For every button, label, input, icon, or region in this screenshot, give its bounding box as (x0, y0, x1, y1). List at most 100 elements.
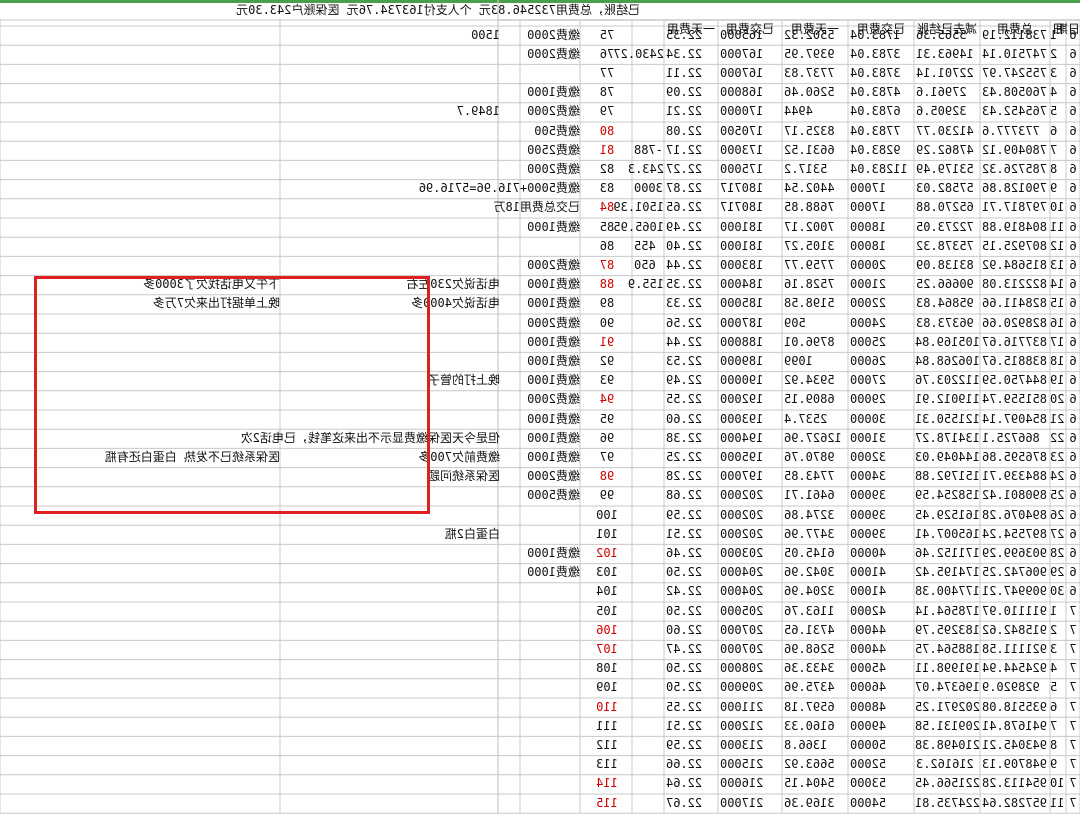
table-cell[interactable]: 39000 (850, 486, 914, 504)
summary-headline[interactable]: 已结账，总费用732546.83元 个人支付163734.76元 医保账户243… (0, 0, 640, 20)
table-cell[interactable]: 46000 (850, 678, 914, 696)
table-cell[interactable]: 113 (582, 755, 632, 773)
table-cell[interactable]: 12 (1050, 237, 1066, 255)
table-cell[interactable]: 7 (1050, 717, 1066, 735)
table-cell[interactable]: 3477.96 (784, 525, 848, 543)
table-cell[interactable]: 102 (582, 544, 632, 562)
table-cell[interactable]: 221566.45 (915, 774, 980, 792)
table-cell[interactable]: 884339.71 (982, 467, 1050, 485)
table-cell[interactable]: 158254.59 (915, 486, 980, 504)
table-cell[interactable]: 6461.71 (784, 486, 848, 504)
table-cell[interactable]: 178564.14 (915, 602, 980, 620)
table-cell[interactable]: 缴费2000 (510, 467, 580, 485)
table-cell[interactable]: 22.34 (666, 45, 718, 63)
table-cell[interactable]: 22.33 (666, 294, 718, 312)
table-cell[interactable]: 84 (582, 198, 632, 216)
table-cell[interactable]: 2430.27 (613, 45, 664, 63)
table-cell[interactable]: 7 (1066, 698, 1080, 716)
table-cell[interactable]: 44000 (850, 621, 914, 639)
table-cell[interactable]: 785726.32 (982, 160, 1050, 178)
table-cell[interactable]: 112 (582, 736, 632, 754)
table-cell[interactable]: 23 (1050, 448, 1066, 466)
table-cell[interactable]: 193000 (720, 410, 782, 428)
table-cell[interactable]: 6 (1066, 582, 1080, 600)
table-cell[interactable]: 188564.75 (915, 640, 980, 658)
table-cell[interactable]: 760508.43 (982, 83, 1050, 101)
table-cell[interactable]: 797817.71 (982, 198, 1050, 216)
table-cell[interactable]: 3169.36 (784, 794, 848, 812)
table-cell[interactable]: 22.35 (666, 275, 718, 293)
table-cell[interactable]: 5565.36 (916, 26, 980, 44)
table-cell[interactable]: 22.55 (666, 698, 718, 716)
table-cell[interactable]: 14 (1050, 275, 1066, 293)
table-cell[interactable]: 29 (1050, 563, 1066, 581)
table-cell[interactable]: 224735.81 (915, 794, 980, 812)
table-cell[interactable]: 24000 (850, 314, 914, 332)
table-cell[interactable]: 204000 (720, 582, 782, 600)
table-cell[interactable]: 9283.04 (850, 141, 914, 159)
table-cell[interactable]: 6809.15 (784, 390, 848, 408)
table-cell[interactable]: 6 (1050, 122, 1066, 140)
table-cell[interactable]: 6 (1066, 160, 1080, 178)
table-cell[interactable]: 83138.09 (916, 256, 980, 274)
table-cell[interactable]: 209000 (720, 678, 782, 696)
table-cell[interactable]: 22.25 (666, 448, 718, 466)
table-cell[interactable]: 45000 (850, 659, 914, 677)
table-cell[interactable]: 4 (1050, 83, 1066, 101)
table-cell[interactable]: 4944 (784, 102, 848, 120)
table-cell[interactable]: 7737.83 (784, 64, 848, 82)
table-cell[interactable]: 935518.08 (982, 698, 1050, 716)
table-cell[interactable]: 6597.18 (784, 698, 848, 716)
table-cell[interactable]: 22.87 (666, 179, 718, 197)
table-cell[interactable]: 28 (1050, 544, 1066, 562)
table-cell[interactable]: 188000 (720, 333, 782, 351)
table-cell[interactable]: 9 (1050, 755, 1066, 773)
table-cell[interactable]: 101 (582, 525, 632, 543)
table-cell[interactable]: 12627.96 (784, 429, 848, 447)
table-cell[interactable]: 96373.83 (916, 314, 980, 332)
table-cell[interactable]: 7 (1066, 640, 1080, 658)
table-cell[interactable]: 88 (582, 275, 632, 293)
table-cell[interactable]: 6 (1066, 467, 1080, 485)
table-cell[interactable]: 191998.11 (915, 659, 980, 677)
table-cell[interactable]: 缴费1000 (510, 544, 580, 562)
table-cell[interactable]: 17000 (850, 179, 914, 197)
table-cell[interactable]: 17000 (850, 198, 914, 216)
table-cell[interactable]: 815684.92 (982, 256, 1050, 274)
table-cell[interactable]: 3204.96 (784, 582, 848, 600)
table-cell[interactable]: 828411.66 (982, 294, 1050, 312)
table-cell[interactable]: 957282.64 (982, 794, 1050, 812)
table-cell[interactable]: 18 (1050, 352, 1066, 370)
table-cell[interactable]: 134178.27 (915, 429, 980, 447)
table-cell[interactable]: 876595.86 (982, 448, 1050, 466)
table-cell[interactable]: 103 (582, 563, 632, 581)
table-cell[interactable]: 207000 (720, 640, 782, 658)
table-cell[interactable]: 79 (582, 102, 632, 120)
table-cell[interactable]: 1099 (784, 352, 848, 370)
table-cell[interactable]: 6 (1066, 486, 1080, 504)
table-cell[interactable]: 6783.04 (850, 102, 914, 120)
table-cell[interactable]: 22.67 (666, 794, 718, 812)
table-cell[interactable]: 22 (1050, 429, 1066, 447)
table-cell[interactable]: 4731.65 (784, 621, 848, 639)
table-cell[interactable]: 27961.6 (916, 83, 980, 101)
table-cell[interactable]: 6145.05 (784, 544, 848, 562)
table-cell[interactable]: 1 (1050, 26, 1066, 44)
table-cell[interactable]: 53000 (850, 774, 914, 792)
table-cell[interactable]: 837716.67 (982, 333, 1050, 351)
table-cell[interactable]: 75378.32 (916, 237, 980, 255)
table-cell[interactable]: 83 (582, 179, 632, 197)
table-cell[interactable]: 1065.95 (613, 218, 664, 236)
table-cell[interactable]: 165000 (720, 26, 782, 44)
table-cell[interactable]: 缴费5000+716.96=5716.96 (419, 179, 580, 197)
table-cell[interactable]: 6 (1066, 544, 1080, 562)
table-cell[interactable]: 194000 (720, 429, 782, 447)
table-cell[interactable]: 167000 (720, 64, 782, 82)
table-cell[interactable]: 106 (582, 621, 632, 639)
table-cell[interactable]: 8325.17 (784, 122, 848, 140)
table-cell[interactable]: 192000 (720, 390, 782, 408)
table-cell[interactable]: 缴费1000 (510, 371, 580, 389)
table-cell[interactable]: 109 (582, 678, 632, 696)
table-cell[interactable]: 18000 (850, 237, 914, 255)
table-cell[interactable]: 921111.58 (982, 640, 1050, 658)
